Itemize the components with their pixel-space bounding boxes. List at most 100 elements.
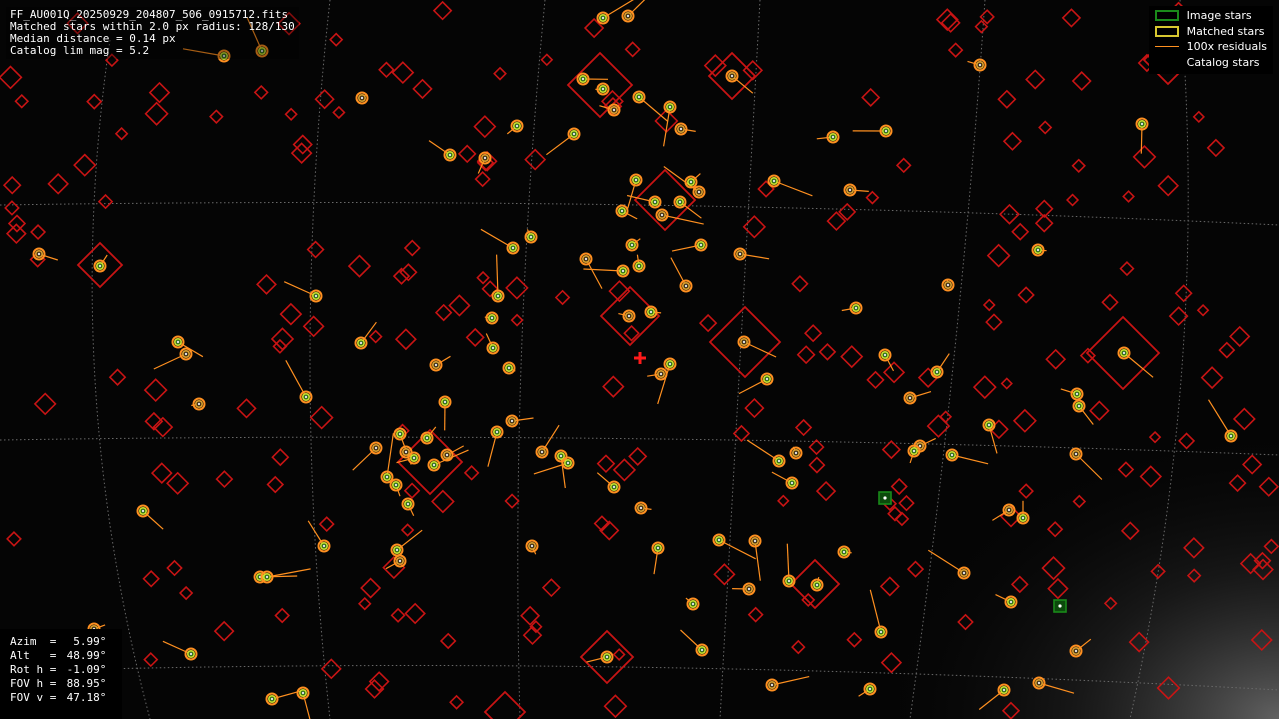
legend-catalog-stars: Catalog stars [1155,55,1267,71]
matched-star-core [962,571,966,575]
matched-star-core [301,691,305,695]
matched-star-core [790,481,794,485]
matched-star-core [639,506,643,510]
matched-star-core [1075,392,1079,396]
matched-star-core [491,346,495,350]
matched-star-core [649,310,653,314]
matched-star-core [322,544,326,548]
fovv-row: FOV v = 47.18° [10,691,122,705]
fovv-value: 47.18° [60,691,107,704]
matched-star-swatch-icon [1154,25,1179,37]
matched-star-core [668,105,672,109]
matched-star-core [511,246,515,250]
legend-image-stars: Image stars [1154,8,1267,24]
matched-star-core [141,509,145,513]
matched-star-core [626,14,630,18]
matched-star-core [1074,452,1078,456]
matched-star-core [176,340,180,344]
catalog-limit-text: Catalog lim mag = 5.2 [10,44,150,57]
matched-star-core [404,450,408,454]
azim-value: 5.99° [60,635,107,648]
matched-star-core [908,396,912,400]
image-star-core [883,496,887,500]
azim-row: Azim = 5.99° [10,635,122,649]
matched-star-core [432,463,436,467]
matched-star-core [621,269,625,273]
matched-star-core [483,156,487,160]
matched-star-core [434,363,438,367]
matched-star-core [304,395,308,399]
legend-residuals-label: 100x residuals [1186,40,1267,54]
matched-star-core [314,294,318,298]
matched-star-core [197,402,201,406]
matched-star-core [935,370,939,374]
matched-star-core [1036,248,1040,252]
matched-star-core [601,16,605,20]
matched-star-core [406,502,410,506]
matched-star-core [581,77,585,81]
matched-star-core [448,153,452,157]
fovh-value: 88.95° [60,677,107,690]
matched-star-core [653,200,657,204]
sky-plot [0,0,1279,719]
matched-star-core [777,459,781,463]
matched-star-core [854,306,858,310]
matched-star-core [842,550,846,554]
matched-star-core [559,454,563,458]
pointing-info-panel: Azim = 5.99° Alt = 48.99° Rot h = -1.09°… [0,629,122,719]
matched-star-core [699,243,703,247]
matched-star-core [660,213,664,217]
matched-star-core [490,316,494,320]
matched-star-core [742,340,746,344]
matched-star-core [637,264,641,268]
matched-star-core [495,430,499,434]
matched-star-core [1021,516,1025,520]
matched-star-core [1140,122,1144,126]
matched-star-core [37,252,41,256]
matched-star-core [738,252,742,256]
legend-residuals: 100x residuals [1154,39,1267,55]
matched-star-core [620,209,624,213]
matched-star-core [794,451,798,455]
matched-star-core [684,284,688,288]
matched-star-core [507,366,511,370]
matched-star-core [753,539,757,543]
matched-star-core [184,352,188,356]
matched-star-core [848,188,852,192]
matched-star-core [918,444,922,448]
matched-star-core [912,449,916,453]
matched-star-core [566,461,570,465]
matched-star-core [689,180,693,184]
matched-star-core [98,264,102,268]
fovv-label: FOV v = [10,691,57,704]
matched-star-core [634,178,638,182]
matched-star-core [1229,434,1233,438]
matched-star-core [868,687,872,691]
matched-star-core [540,450,544,454]
matched-star-core [1074,649,1078,653]
matched-star-core [1009,600,1013,604]
matched-star-core [987,423,991,427]
sky-glow [700,300,1279,719]
image-star-swatch-icon [1154,10,1179,22]
fovh-label: FOV h = [10,677,57,690]
matched-star-core [879,630,883,634]
matched-star-core [445,453,449,457]
legend-matched-label: Matched stars [1186,24,1265,38]
matched-star-core [978,63,982,67]
matched-star-core [637,95,641,99]
matched-star-core [515,124,519,128]
matched-star-core [530,544,534,548]
matched-star-core [601,87,605,91]
matched-star-core [659,372,663,376]
matched-star-core [1002,688,1006,692]
plot-legend: Image stars Matched stars 100x residuals… [1148,6,1273,74]
matched-star-core [189,652,193,656]
matched-star-core [831,135,835,139]
residual-line-swatch-icon [1154,46,1179,48]
image-star-core [1058,604,1062,608]
matched-star-core [691,602,695,606]
matched-star-core [374,446,378,450]
matched-star-core [360,96,364,100]
matched-star-core [679,127,683,131]
